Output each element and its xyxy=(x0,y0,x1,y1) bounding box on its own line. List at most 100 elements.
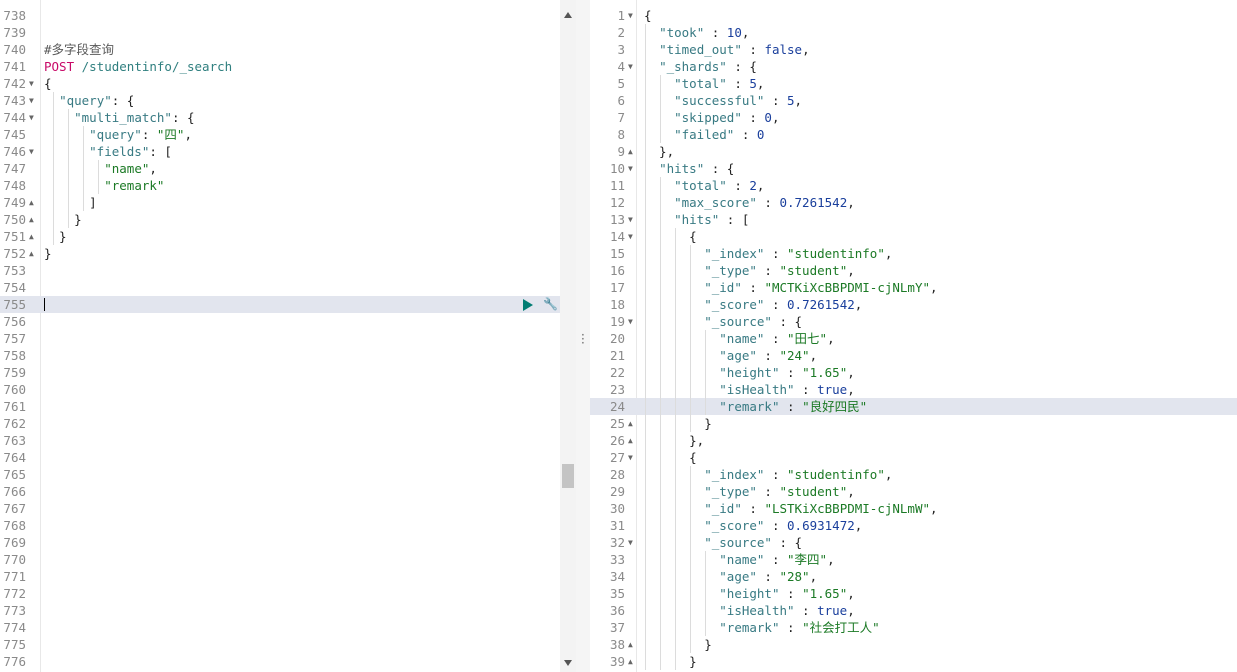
code-line[interactable]: 758 xyxy=(0,347,576,364)
code-line[interactable]: 747 "name", xyxy=(0,160,576,177)
scroll-up-arrow-icon[interactable] xyxy=(564,12,572,18)
fold-arrow-down-icon[interactable]: ▼ xyxy=(628,534,633,551)
code-line[interactable]: 738 xyxy=(0,7,576,24)
code-line[interactable]: 771 xyxy=(0,568,576,585)
line-number: 32 xyxy=(609,535,625,550)
code-line: 33 "name" : "李四", xyxy=(590,551,1237,568)
code-line[interactable]: 776 xyxy=(0,653,576,670)
line-number: 8 xyxy=(617,127,625,142)
line-code: "_index" : "studentinfo", xyxy=(644,245,892,262)
fold-arrow-up-icon[interactable]: ▲ xyxy=(628,653,633,670)
scroll-down-arrow-icon[interactable] xyxy=(564,660,572,666)
code-line[interactable]: 765 xyxy=(0,466,576,483)
token-punct: : xyxy=(141,127,157,142)
code-line[interactable]: 746 ▼ "fields": [ xyxy=(0,143,576,160)
request-editor[interactable]: 738 739 740 #多字段查询 741 POST /studentinfo/_sea… xyxy=(0,0,576,672)
code-line: 30 "_id" : "LSTKiXcBBPDMI-cjNLmW", xyxy=(590,500,1237,517)
token-str: "studentinfo" xyxy=(787,246,885,261)
fold-arrow-up-icon[interactable]: ▲ xyxy=(29,211,34,228)
code-line: 22 "height" : "1.65", xyxy=(590,364,1237,381)
line-number: 12 xyxy=(609,195,625,210)
code-line[interactable]: 757 xyxy=(0,330,576,347)
code-line[interactable]: 766 xyxy=(0,483,576,500)
code-line[interactable]: 770 xyxy=(0,551,576,568)
code-line: 24 "remark" : "良好四民" xyxy=(590,398,1237,415)
code-line[interactable]: 760 xyxy=(0,381,576,398)
token-key: "_source" xyxy=(704,535,772,550)
line-code: } xyxy=(644,636,712,653)
fold-arrow-down-icon[interactable]: ▼ xyxy=(628,228,633,245)
code-line[interactable]: 750 ▲ } xyxy=(0,211,576,228)
fold-arrow-up-icon[interactable]: ▲ xyxy=(628,415,633,432)
code-line[interactable]: 762 xyxy=(0,415,576,432)
fold-arrow-down-icon[interactable]: ▼ xyxy=(628,7,633,24)
code-line[interactable]: 759 xyxy=(0,364,576,381)
fold-arrow-up-icon[interactable]: ▲ xyxy=(29,194,34,211)
code-line[interactable]: 769 xyxy=(0,534,576,551)
line-code: } xyxy=(44,245,52,262)
code-line[interactable]: 754 xyxy=(0,279,576,296)
code-line[interactable]: 748 "remark" xyxy=(0,177,576,194)
fold-arrow-down-icon[interactable]: ▼ xyxy=(29,75,34,92)
fold-arrow-down-icon[interactable]: ▼ xyxy=(29,109,34,126)
code-line[interactable]: 773 xyxy=(0,602,576,619)
fold-arrow-down-icon[interactable]: ▼ xyxy=(628,449,633,466)
code-line[interactable]: 774 xyxy=(0,619,576,636)
fold-arrow-up-icon[interactable]: ▲ xyxy=(628,636,633,653)
code-line[interactable]: 764 xyxy=(0,449,576,466)
drag-handle-icon[interactable]: · · · xyxy=(581,329,585,349)
code-line: 12 "max_score" : 0.7261542, xyxy=(590,194,1237,211)
code-line[interactable]: 749 ▲ ] xyxy=(0,194,576,211)
fold-arrow-down-icon[interactable]: ▼ xyxy=(29,92,34,109)
line-number: 745 xyxy=(3,127,26,142)
line-code: "_type" : "student", xyxy=(644,483,855,500)
code-line[interactable]: 739 xyxy=(0,24,576,41)
code-line[interactable]: 772 xyxy=(0,585,576,602)
token-punct xyxy=(644,110,674,125)
play-icon[interactable] xyxy=(523,298,534,311)
code-line[interactable]: 741 POST /studentinfo/_search xyxy=(0,58,576,75)
code-line[interactable]: 752 ▲} xyxy=(0,245,576,262)
code-line: 36 "isHealth" : true, xyxy=(590,602,1237,619)
request-editor-lines[interactable]: 738 739 740 #多字段查询 741 POST /studentinfo/_sea… xyxy=(0,7,576,670)
code-line[interactable]: 756 xyxy=(0,313,576,330)
code-line[interactable]: 751 ▲ } xyxy=(0,228,576,245)
line-number: 771 xyxy=(3,569,26,584)
token-punct: , xyxy=(756,178,765,193)
token-punct xyxy=(644,297,704,312)
token-punct: : xyxy=(764,518,788,533)
fold-arrow-down-icon[interactable]: ▼ xyxy=(29,143,34,160)
fold-arrow-up-icon[interactable]: ▲ xyxy=(29,245,34,262)
line-number: 760 xyxy=(3,382,26,397)
scrollbar-thumb[interactable] xyxy=(562,463,574,488)
response-viewer[interactable]: 1 ▼{2 "took" : 10, 3 "timed_out" : false, 4… xyxy=(590,0,1237,672)
code-line[interactable]: 740 #多字段查询 xyxy=(0,41,576,58)
wrench-icon[interactable]: 🔧 xyxy=(543,296,558,313)
code-line[interactable]: 744 ▼ "multi_match": { xyxy=(0,109,576,126)
token-punct: , xyxy=(847,586,855,601)
code-line[interactable]: 745 "query": "四", xyxy=(0,126,576,143)
fold-arrow-up-icon[interactable]: ▲ xyxy=(628,143,633,160)
code-line[interactable]: 742 ▼ { xyxy=(0,75,576,92)
code-line[interactable]: 761 xyxy=(0,398,576,415)
request-editor-scrollbar[interactable] xyxy=(560,0,576,672)
code-line[interactable]: 768 xyxy=(0,517,576,534)
code-line[interactable]: 755 🔧 xyxy=(0,296,576,313)
fold-arrow-down-icon[interactable]: ▼ xyxy=(628,58,633,75)
code-line[interactable]: 767 xyxy=(0,500,576,517)
token-str: "田七" xyxy=(787,331,828,346)
fold-arrow-down-icon[interactable]: ▼ xyxy=(628,160,633,177)
code-line[interactable]: 753 xyxy=(0,262,576,279)
code-line[interactable]: 763 xyxy=(0,432,576,449)
fold-arrow-down-icon[interactable]: ▼ xyxy=(628,211,633,228)
pane-resize-divider[interactable]: · · · xyxy=(576,0,590,672)
token-punct: { xyxy=(644,8,652,23)
line-code: "hits" : { xyxy=(644,160,734,177)
line-number: 753 xyxy=(3,263,26,278)
code-line[interactable]: 743 ▼ "query": { xyxy=(0,92,576,109)
line-number: 750 xyxy=(3,212,26,227)
fold-arrow-up-icon[interactable]: ▲ xyxy=(628,432,633,449)
code-line[interactable]: 775 xyxy=(0,636,576,653)
fold-arrow-down-icon[interactable]: ▼ xyxy=(628,313,633,330)
fold-arrow-up-icon[interactable]: ▲ xyxy=(29,228,34,245)
